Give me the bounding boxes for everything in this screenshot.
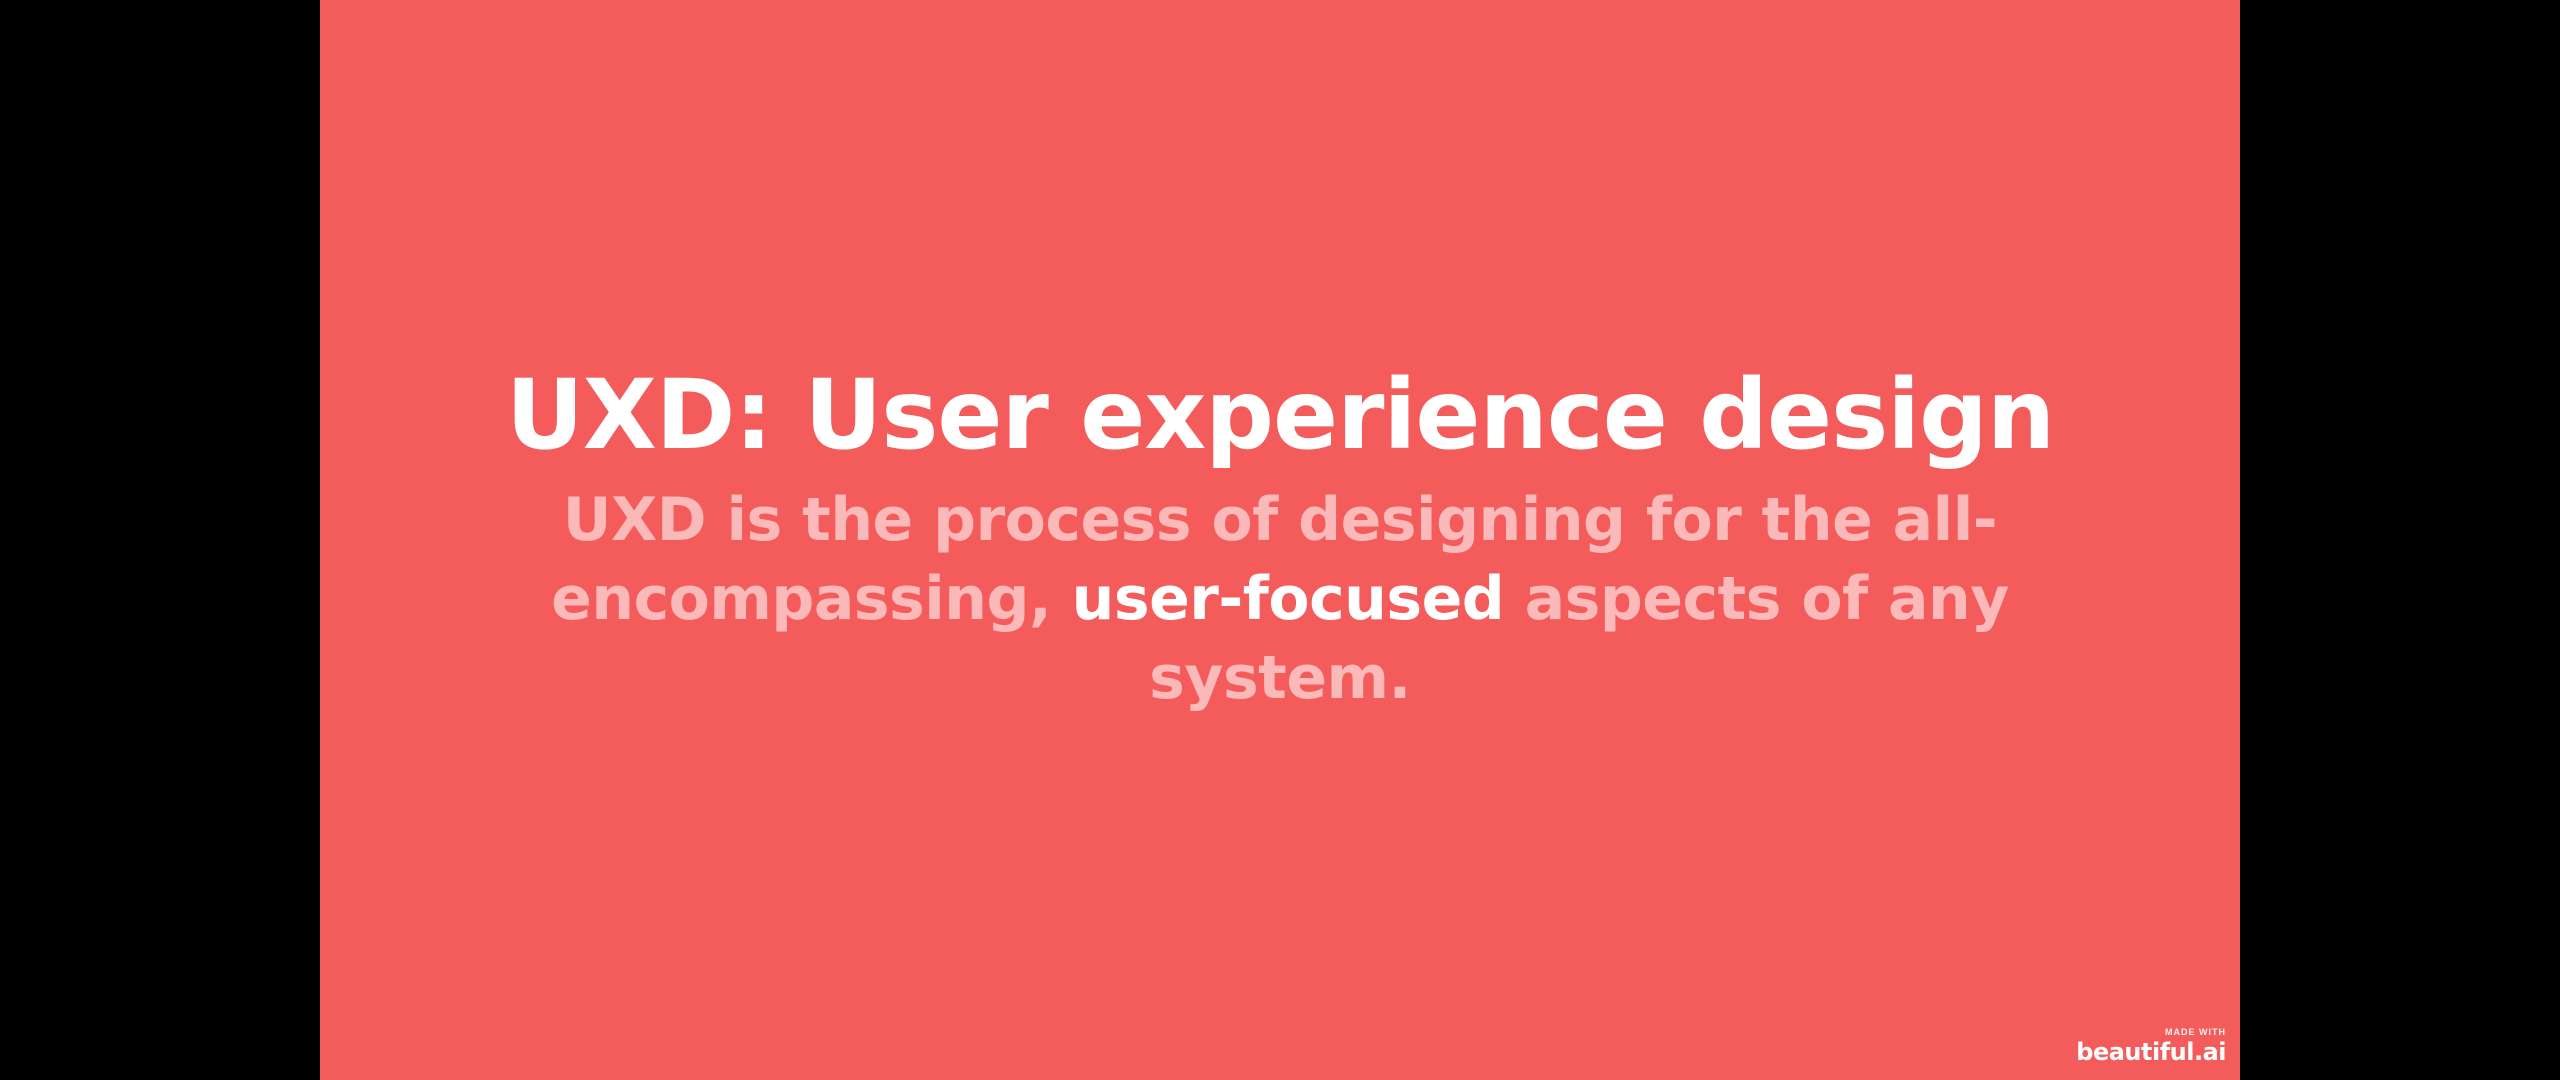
slide-content: UXD: User experience design UXD is the p… xyxy=(320,355,2240,718)
slide-title: UXD: User experience design xyxy=(505,359,2055,471)
beautiful-ai-logo: beautiful.ai xyxy=(2076,1038,2226,1066)
slide: UXD: User experience design UXD is the p… xyxy=(320,0,2240,1080)
presentation-viewer: UXD: User experience design UXD is the p… xyxy=(0,0,2560,1080)
badge-made-with-label: MADE WITH xyxy=(2165,1027,2226,1037)
slide-body-text: UXD is the process of designing for the … xyxy=(500,481,2060,718)
body-text-highlight: user-focused xyxy=(1071,564,1505,634)
made-with-beautiful-ai-badge[interactable]: MADE WITH beautiful.ai xyxy=(2076,1026,2226,1066)
